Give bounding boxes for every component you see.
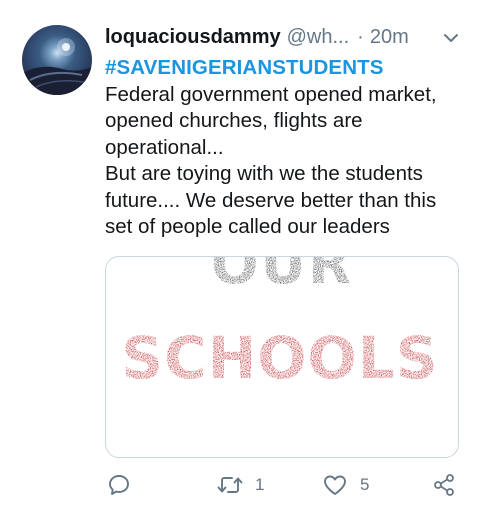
our-schools-graphic: OUR SCHOOLS (121, 257, 438, 392)
retweet-count: 1 (255, 475, 265, 494)
user-handle[interactable]: @wh... (287, 22, 350, 52)
image-word-schools: SCHOOLS (121, 324, 438, 392)
image-word-our: OUR (211, 257, 353, 297)
share-nodes-icon (434, 474, 454, 496)
avatar-image (22, 38, 92, 95)
tweet-text-line: But are toying with we the students (105, 162, 423, 185)
like-button[interactable]: 5 (322, 470, 369, 500)
like-count: 5 (360, 475, 370, 494)
avatar[interactable] (22, 25, 92, 95)
tweet-content: loquaciousdammy @wh... · 20m #SAVENIGERIANS… (105, 22, 465, 241)
chevron-down-icon[interactable] (443, 30, 459, 46)
tweet-text-line: Federal government opened market, (105, 82, 437, 106)
tweet[interactable]: loquaciousdammy @wh... · 20m #SAVENIGERIANS… (0, 0, 480, 508)
tweet-text-line: opened churches, flights are (105, 109, 363, 132)
timestamp[interactable]: 20m (370, 22, 409, 52)
separator-dot: · (357, 26, 364, 48)
tweet-image[interactable]: OUR SCHOOLS (105, 256, 459, 458)
tweet-text-line: future.... We deserve better than this (105, 188, 437, 212)
reply-button[interactable] (107, 470, 131, 500)
tweet-text-line: operational... (105, 135, 224, 159)
tweet-text: #SAVENIGERIANSTUDENTS Federal government… (105, 55, 465, 241)
display-name[interactable]: loquaciousdammy (105, 22, 281, 52)
retweet-arrows-icon (217, 477, 243, 493)
hashtag-link[interactable]: #SAVENIGERIANSTUDENTS (105, 55, 465, 82)
tweet-text-line: set of people called our leaders (105, 215, 390, 238)
speech-bubble-icon (109, 475, 129, 495)
retweet-button[interactable]: 1 (217, 470, 264, 500)
share-button[interactable] (432, 470, 456, 500)
heart-icon (324, 475, 346, 495)
tweet-actions: 1 5 (105, 470, 465, 500)
tweet-header: loquaciousdammy @wh... · 20m (105, 22, 465, 52)
